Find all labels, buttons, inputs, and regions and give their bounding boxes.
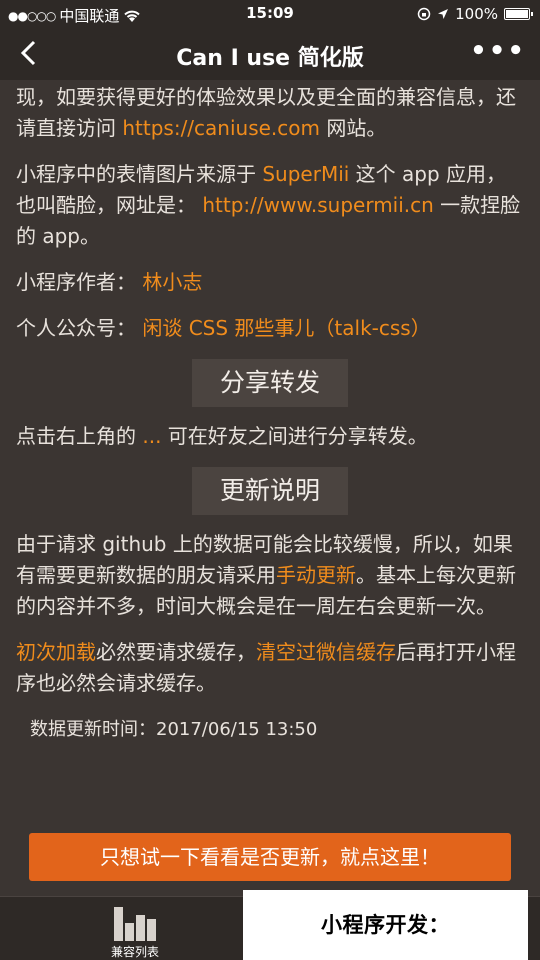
update-paragraph: 由于请求 github 上的数据可能会比较缓慢，所以，如果有需要更新数据的朋友请…	[16, 529, 524, 622]
intro-text-end: 网站。	[320, 116, 387, 140]
intro-paragraph: 现，如要获得更好的体验效果以及更全面的兼容信息，还请直接访问 https://c…	[16, 82, 524, 144]
battery-percent: 100%	[455, 5, 498, 23]
author-label: 小程序作者：	[16, 270, 143, 294]
battery-icon	[504, 8, 533, 20]
more-button[interactable]: •••	[470, 36, 526, 66]
cache-paragraph: 初次加载必然要请求缓存，清空过微信缓存后再打开小程序也必然会请求缓存。	[16, 637, 524, 699]
account-row: 个人公众号： 闲谈 CSS 那些事儿（talk-css）	[16, 313, 524, 344]
cache-text-1: 必然要请求缓存，	[96, 640, 256, 664]
share-paragraph: 点击右上角的 ... 可在好友之间进行分享转发。	[16, 421, 524, 452]
supermii-link[interactable]: SuperMii	[262, 162, 349, 186]
main-content: 现，如要获得更好的体验效果以及更全面的兼容信息，还请直接访问 https://c…	[16, 82, 524, 745]
emoji-text-1: 小程序中的表情图片来源于	[16, 162, 263, 186]
manual-update-link[interactable]: 手动更新	[276, 563, 356, 587]
contact-banner: 小程序开发：13691612727	[243, 890, 528, 960]
status-bar: ●●○○○ 中国联通 15:09 100%	[0, 0, 540, 28]
share-text-2: 可在好友之间进行分享转发。	[161, 424, 428, 448]
account-handle[interactable]: （talk-css）	[314, 316, 430, 340]
bar-chart-icon	[90, 903, 180, 941]
emoji-source-paragraph: 小程序中的表情图片来源于 SuperMii 这个 app 应用，也叫酷脸，网址是…	[16, 159, 524, 252]
share-text-1: 点击右上角的	[16, 424, 143, 448]
account-label: 个人公众号：	[16, 316, 143, 340]
status-right: 100%	[417, 5, 533, 23]
location-icon	[438, 9, 449, 19]
account-name[interactable]: 闲谈 CSS 那些事儿	[142, 316, 314, 340]
nav-bar: Can I use 简化版 •••	[0, 28, 540, 80]
author-row: 小程序作者： 林小志	[16, 267, 524, 298]
caniuse-link[interactable]: https://caniuse.com	[122, 116, 320, 140]
share-heading: 分享转发	[192, 359, 348, 407]
update-heading: 更新说明	[192, 467, 348, 515]
update-time: 数据更新时间：2017/06/15 13:50	[30, 719, 318, 740]
page-title: Can I use 简化版	[176, 46, 364, 71]
tab-compat-label: 兼容列表	[110, 945, 159, 959]
tab-compat-list[interactable]: 兼容列表	[90, 903, 180, 960]
author-name[interactable]: 林小志	[142, 270, 202, 294]
check-update-button[interactable]: 只想试一下看看是否更新，就点这里！	[29, 833, 511, 881]
clear-cache-link[interactable]: 清空过微信缓存	[256, 640, 396, 664]
rotation-lock-icon	[417, 7, 431, 21]
first-load-link[interactable]: 初次加载	[16, 640, 96, 664]
supermii-url-link[interactable]: http://www.supermii.cn	[202, 193, 433, 217]
share-dots: ...	[142, 424, 162, 448]
